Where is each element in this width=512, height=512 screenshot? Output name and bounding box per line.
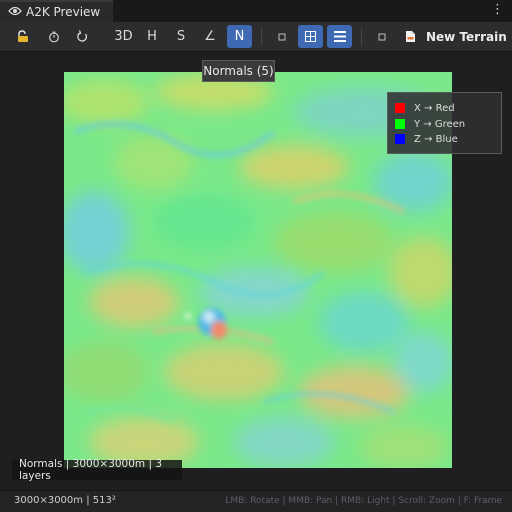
timer-icon[interactable] <box>44 25 64 48</box>
refresh-icon[interactable] <box>72 25 92 48</box>
status-bar: 3000×3000m | 513² LMB: Rotate | MMB: Pan… <box>0 490 512 512</box>
legend-item: X → Red <box>395 101 455 115</box>
mode-slope-button[interactable]: S <box>170 25 192 48</box>
tab-title: A2K Preview <box>26 5 101 19</box>
terrain-name[interactable]: New Terrain <box>426 25 507 48</box>
status-dimensions: 3000×3000m | 513² <box>14 495 116 506</box>
toolbar-divider <box>261 28 262 45</box>
mode-angle-button[interactable]: ∠ <box>199 25 221 48</box>
legend-label: Z → Blue <box>414 133 458 145</box>
grid-icon[interactable] <box>298 25 323 48</box>
mode-3d-button[interactable]: 3D <box>111 25 136 48</box>
legend-label: X → Red <box>414 102 455 114</box>
viewport-info-label: Normals | 3000×3000m | 3 layers <box>12 458 182 482</box>
status-controls-hint: LMB: Rotate | MMB: Pan | RMB: Light | Sc… <box>225 496 502 506</box>
mode-height-button[interactable]: H <box>141 25 163 48</box>
normals-legend: X → Red Y → Green Z → Blue <box>387 92 502 154</box>
tab-a2k-preview[interactable]: A2K Preview <box>0 0 113 22</box>
tab-bar: A2K Preview ⋮ <box>0 0 512 22</box>
legend-label: Y → Green <box>414 118 466 130</box>
legend-swatch-blue <box>395 134 405 144</box>
legend-swatch-green <box>395 119 405 129</box>
toolbar-divider <box>361 28 362 45</box>
lock-icon[interactable] <box>13 25 33 48</box>
eye-icon <box>8 5 22 19</box>
document-icon[interactable] <box>399 25 421 48</box>
legend-item: Y → Green <box>395 117 465 131</box>
toolbar: 3D H S ∠ N New Terrain <box>0 22 512 52</box>
mode-normals-button[interactable]: N <box>227 25 252 48</box>
normals-tooltip: Normals (5) <box>202 60 275 82</box>
legend-swatch-red <box>395 103 405 113</box>
list-icon[interactable] <box>327 25 352 48</box>
legend-item: Z → Blue <box>395 132 458 146</box>
more-menu-icon[interactable]: ⋮ <box>491 3 504 17</box>
square-small-icon[interactable] <box>371 25 393 48</box>
square-small-icon[interactable] <box>271 25 293 48</box>
